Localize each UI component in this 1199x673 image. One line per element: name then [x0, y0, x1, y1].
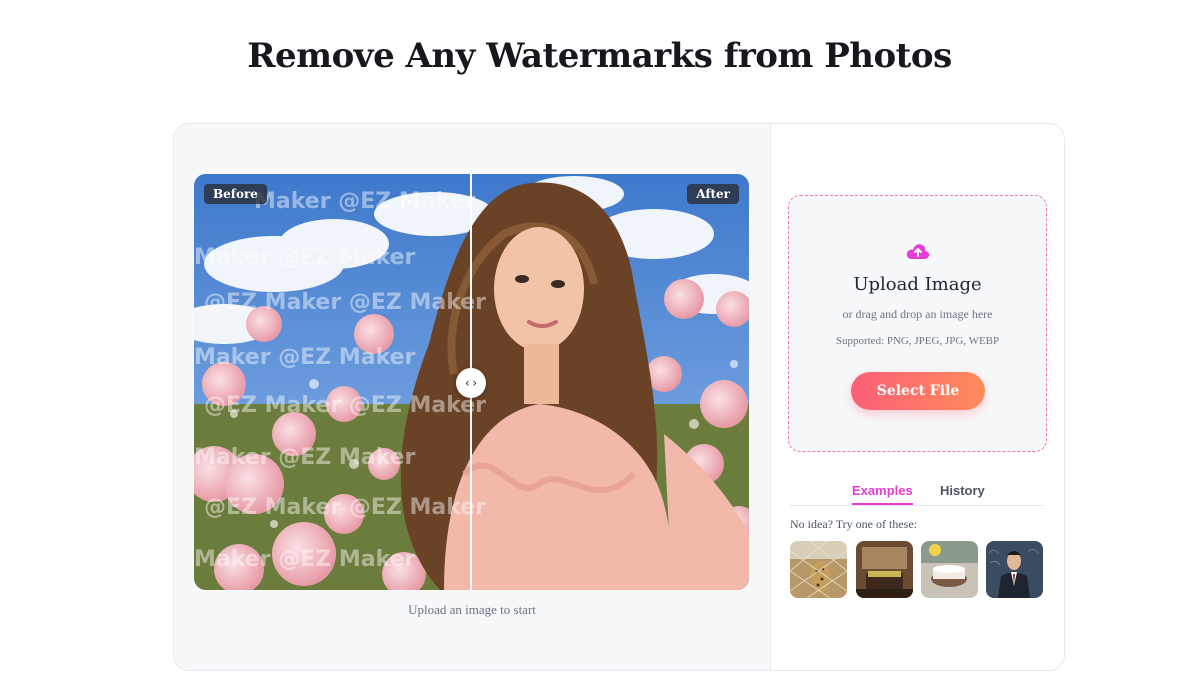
svg-text:Maker @EZ Maker: Maker @EZ Maker [254, 189, 476, 214]
upload-title: Upload Image [853, 274, 982, 295]
svg-text:@EZ Maker @EZ Maker: @EZ Maker @EZ Maker [204, 393, 486, 418]
chevron-left-right-icon: ‹› [463, 376, 479, 390]
upload-dropzone[interactable]: Upload Image or drag and drop an image h… [788, 195, 1047, 452]
page-title: Remove Any Watermarks from Photos [247, 36, 952, 76]
comparison-slider-handle[interactable]: ‹› [456, 368, 486, 398]
example-thumbnail-cheetah[interactable] [790, 541, 847, 598]
example-thumbnail-cake[interactable] [921, 541, 978, 598]
svg-text:@EZ Maker @EZ Maker: @EZ Maker @EZ Maker [204, 495, 486, 520]
select-file-button[interactable]: Select File [851, 372, 985, 410]
svg-text:Maker @EZ Maker: Maker @EZ Maker [194, 445, 416, 470]
tab-history[interactable]: History [940, 483, 985, 498]
examples-history-tabs: Examples History [790, 478, 1043, 506]
svg-text:Maker @EZ Maker: Maker @EZ Maker [194, 547, 416, 572]
svg-text:Maker @EZ Maker: Maker @EZ Maker [194, 245, 416, 270]
example-thumbnail-interior[interactable] [856, 541, 913, 598]
example-thumbnail-man-suit[interactable] [986, 541, 1043, 598]
upload-subtitle: or drag and drop an image here [842, 307, 993, 321]
svg-text:@EZ Maker @EZ Maker: @EZ Maker @EZ Maker [204, 290, 486, 315]
cloud-upload-icon [906, 244, 930, 259]
tool-card: Maker @EZ Maker Maker @EZ Maker @EZ Make… [173, 123, 1065, 671]
preview-pane: Maker @EZ Maker Maker @EZ Maker @EZ Make… [174, 124, 771, 670]
tab-examples[interactable]: Examples [852, 483, 913, 505]
upload-hint: Upload an image to start [408, 602, 536, 617]
supported-formats: Supported: PNG, JPEG, JPG, WEBP [835, 335, 1000, 347]
after-badge: After [687, 184, 739, 204]
before-badge: Before [204, 184, 267, 204]
before-after-comparison[interactable]: Maker @EZ Maker Maker @EZ Maker @EZ Make… [194, 174, 749, 590]
examples-prompt: No idea? Try one of these: [790, 517, 917, 531]
svg-text:Maker @EZ Maker: Maker @EZ Maker [194, 345, 416, 370]
